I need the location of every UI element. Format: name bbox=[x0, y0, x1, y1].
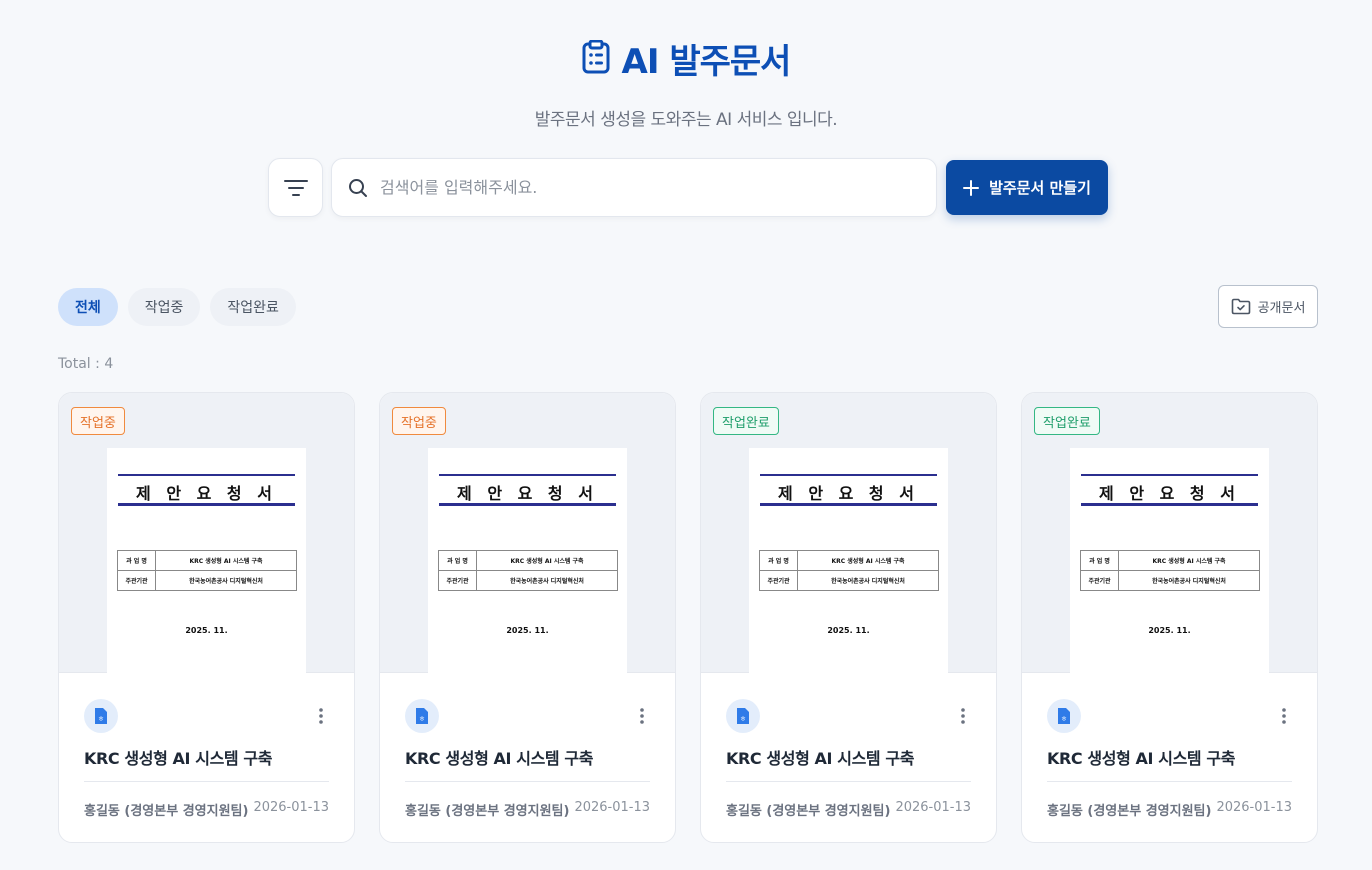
doc-preview-key: 주관기관 bbox=[1080, 570, 1119, 591]
card-title: KRC 생성형 AI 시스템 구축 bbox=[84, 745, 329, 782]
document-card[interactable]: 작업완료 제 안 요 청 서 과 업 명 KRC 생성형 AI 시스템 구축 주관… bbox=[1021, 392, 1318, 843]
doc-preview-table: 과 업 명 KRC 생성형 AI 시스템 구축 주관기관 한국농어촌공사 디지털혁신… bbox=[117, 550, 297, 591]
filter-button[interactable] bbox=[268, 158, 323, 217]
card-date: 2026-01-13 bbox=[253, 800, 329, 815]
card-date: 2026-01-13 bbox=[895, 800, 971, 815]
document-card-list: 작업중 제 안 요 청 서 과 업 명 KRC 생성형 AI 시스템 구축 주관기… bbox=[58, 392, 1318, 843]
tab-working[interactable]: 작업중 bbox=[127, 288, 201, 326]
status-badge: 작업완료 bbox=[1034, 407, 1100, 435]
document-preview: 제 안 요 청 서 과 업 명 KRC 생성형 AI 시스템 구축 주관기관 한국농… bbox=[428, 448, 627, 673]
doc-preview-value: KRC 생성형 AI 시스템 구축 bbox=[476, 550, 618, 571]
doc-preview-value: 한국농어촌공사 디지털혁신처 bbox=[476, 570, 618, 591]
svg-text:ㅎ: ㅎ bbox=[98, 715, 104, 723]
public-button-label: 공개문서 bbox=[1257, 300, 1306, 315]
title-row: AI 발주문서 bbox=[0, 34, 1372, 83]
doc-preview-value: KRC 생성형 AI 시스템 구축 bbox=[1118, 550, 1260, 571]
card-title: KRC 생성형 AI 시스템 구축 bbox=[726, 745, 971, 782]
card-body: ㅎ KRC 생성형 AI 시스템 구축 홍길동 (경영본부 경영지원팀) 202… bbox=[701, 673, 996, 819]
doc-preview-title: 제 안 요 청 서 bbox=[136, 484, 277, 503]
doc-preview-value: 한국농어촌공사 디지털혁신처 bbox=[1118, 570, 1260, 591]
doc-preview-key: 과 업 명 bbox=[1080, 550, 1119, 571]
card-body: ㅎ KRC 생성형 AI 시스템 구축 홍길동 (경영본부 경영지원팀) 202… bbox=[59, 673, 354, 819]
status-badge: 작업중 bbox=[392, 407, 446, 435]
doc-preview-value: 한국농어촌공사 디지털혁신처 bbox=[797, 570, 939, 591]
svg-text:ㅎ: ㅎ bbox=[740, 715, 746, 723]
doc-preview-title: 제 안 요 청 서 bbox=[457, 484, 598, 503]
doc-preview-table: 과 업 명 KRC 생성형 AI 시스템 구축 주관기관 한국농어촌공사 디지털혁신… bbox=[1080, 550, 1260, 591]
tab-all[interactable]: 전체 bbox=[58, 288, 118, 326]
doc-preview-key: 주관기관 bbox=[117, 570, 156, 591]
doc-preview-key: 주관기관 bbox=[759, 570, 798, 591]
plus-icon bbox=[963, 179, 980, 196]
card-meta: 홍길동 (경영본부 경영지원팀) 2026-01-13 bbox=[84, 800, 329, 819]
status-tabs: 전체 작업중 작업완료 bbox=[58, 288, 296, 326]
clipboard-icon bbox=[582, 39, 610, 78]
doc-preview-date: 2025. 11. bbox=[1148, 626, 1191, 635]
card-body: ㅎ KRC 생성형 AI 시스템 구축 홍길동 (경영본부 경영지원팀) 202… bbox=[1022, 673, 1317, 819]
doc-preview-value: KRC 생성형 AI 시스템 구축 bbox=[797, 550, 939, 571]
doc-preview-table: 과 업 명 KRC 생성형 AI 시스템 구축 주관기관 한국농어촌공사 디지털혁신… bbox=[438, 550, 618, 591]
doc-preview-date: 2025. 11. bbox=[185, 626, 228, 635]
card-thumbnail: 작업완료 제 안 요 청 서 과 업 명 KRC 생성형 AI 시스템 구축 주관… bbox=[1022, 393, 1317, 673]
doc-preview-key: 주관기관 bbox=[438, 570, 477, 591]
document-card[interactable]: 작업중 제 안 요 청 서 과 업 명 KRC 생성형 AI 시스템 구축 주관기… bbox=[58, 392, 355, 843]
create-button-label: 발주문서 만들기 bbox=[989, 179, 1091, 197]
hwp-file-icon: ㅎ bbox=[84, 699, 118, 733]
card-body: ㅎ KRC 생성형 AI 시스템 구축 홍길동 (경영본부 경영지원팀) 202… bbox=[380, 673, 675, 819]
document-card[interactable]: 작업중 제 안 요 청 서 과 업 명 KRC 생성형 AI 시스템 구축 주관기… bbox=[379, 392, 676, 843]
document-preview: 제 안 요 청 서 과 업 명 KRC 생성형 AI 시스템 구축 주관기관 한국농… bbox=[1070, 448, 1269, 673]
more-options-icon[interactable] bbox=[318, 707, 324, 725]
doc-preview-title: 제 안 요 청 서 bbox=[1099, 484, 1240, 503]
doc-preview-date: 2025. 11. bbox=[827, 626, 870, 635]
doc-preview-key: 과 업 명 bbox=[759, 550, 798, 571]
filter-icon bbox=[283, 179, 308, 196]
doc-preview-value: KRC 생성형 AI 시스템 구축 bbox=[155, 550, 297, 571]
search-input[interactable] bbox=[380, 178, 900, 197]
card-date: 2026-01-13 bbox=[574, 800, 650, 815]
more-options-icon[interactable] bbox=[639, 707, 645, 725]
public-docs-button[interactable]: 공개문서 bbox=[1218, 285, 1318, 328]
doc-preview-date: 2025. 11. bbox=[506, 626, 549, 635]
card-meta: 홍길동 (경영본부 경영지원팀) 2026-01-13 bbox=[405, 800, 650, 819]
card-author: 홍길동 (경영본부 경영지원팀) bbox=[726, 804, 891, 819]
doc-preview-table: 과 업 명 KRC 생성형 AI 시스템 구축 주관기관 한국농어촌공사 디지털혁신… bbox=[759, 550, 939, 591]
folder-check-icon bbox=[1231, 298, 1250, 315]
card-author: 홍길동 (경영본부 경영지원팀) bbox=[405, 804, 570, 819]
doc-preview-value: 한국농어촌공사 디지털혁신처 bbox=[155, 570, 297, 591]
document-card[interactable]: 작업완료 제 안 요 청 서 과 업 명 KRC 생성형 AI 시스템 구축 주관… bbox=[700, 392, 997, 843]
card-title: KRC 생성형 AI 시스템 구축 bbox=[405, 745, 650, 782]
status-badge: 작업중 bbox=[71, 407, 125, 435]
doc-preview-title: 제 안 요 청 서 bbox=[778, 484, 919, 503]
card-thumbnail: 작업완료 제 안 요 청 서 과 업 명 KRC 생성형 AI 시스템 구축 주관… bbox=[701, 393, 996, 673]
hwp-file-icon: ㅎ bbox=[405, 699, 439, 733]
hwp-file-icon: ㅎ bbox=[1047, 699, 1081, 733]
card-meta: 홍길동 (경영본부 경영지원팀) 2026-01-13 bbox=[726, 800, 971, 819]
card-thumbnail: 작업중 제 안 요 청 서 과 업 명 KRC 생성형 AI 시스템 구축 주관기… bbox=[380, 393, 675, 673]
doc-preview-key: 과 업 명 bbox=[117, 550, 156, 571]
page-header: AI 발주문서 발주문서 생성을 도와주는 AI 서비스 입니다. bbox=[0, 34, 1372, 130]
total-count: Total : 4 bbox=[58, 356, 114, 372]
card-author: 홍길동 (경영본부 경영지원팀) bbox=[1047, 804, 1212, 819]
more-options-icon[interactable] bbox=[960, 707, 966, 725]
card-author: 홍길동 (경영본부 경영지원팀) bbox=[84, 804, 249, 819]
doc-preview-key: 과 업 명 bbox=[438, 550, 477, 571]
card-date: 2026-01-13 bbox=[1216, 800, 1292, 815]
card-title: KRC 생성형 AI 시스템 구축 bbox=[1047, 745, 1292, 782]
document-preview: 제 안 요 청 서 과 업 명 KRC 생성형 AI 시스템 구축 주관기관 한국농… bbox=[107, 448, 306, 673]
svg-text:ㅎ: ㅎ bbox=[419, 715, 425, 723]
svg-text:ㅎ: ㅎ bbox=[1061, 715, 1067, 723]
card-thumbnail: 작업중 제 안 요 청 서 과 업 명 KRC 생성형 AI 시스템 구축 주관기… bbox=[59, 393, 354, 673]
page-subtitle: 발주문서 생성을 도와주는 AI 서비스 입니다. bbox=[534, 110, 838, 130]
create-order-doc-button[interactable]: 발주문서 만들기 bbox=[946, 160, 1108, 215]
more-options-icon[interactable] bbox=[1281, 707, 1287, 725]
hwp-file-icon: ㅎ bbox=[726, 699, 760, 733]
card-meta: 홍길동 (경영본부 경영지원팀) 2026-01-13 bbox=[1047, 800, 1292, 819]
search-bar bbox=[331, 158, 937, 217]
page-title: AI 발주문서 bbox=[621, 42, 792, 82]
document-preview: 제 안 요 청 서 과 업 명 KRC 생성형 AI 시스템 구축 주관기관 한국농… bbox=[749, 448, 948, 673]
tab-done[interactable]: 작업완료 bbox=[210, 288, 296, 326]
search-icon bbox=[349, 178, 367, 197]
status-badge: 작업완료 bbox=[713, 407, 779, 435]
